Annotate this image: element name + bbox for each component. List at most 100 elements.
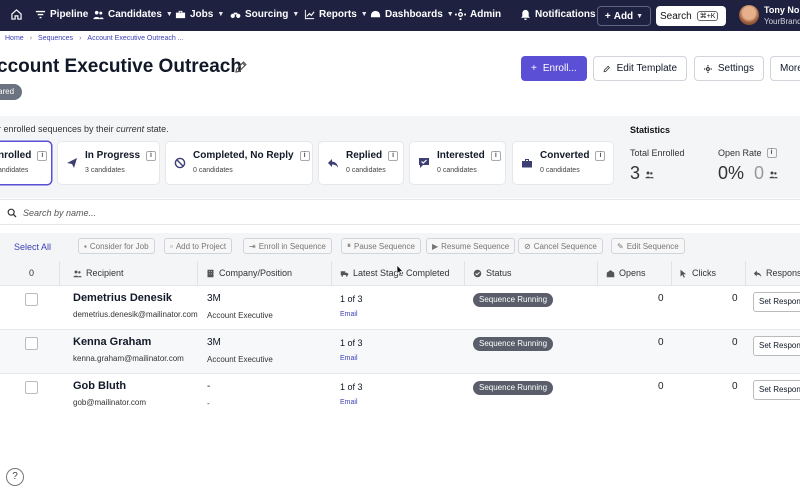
home-icon[interactable] (11, 9, 22, 20)
global-search-button[interactable]: Search ⌘+K (656, 6, 726, 26)
recipient-name[interactable]: Gob Bluth (73, 380, 126, 392)
info-icon[interactable]: i (37, 150, 48, 161)
set-response-button[interactable]: Set Response (753, 292, 800, 312)
state-card-in-progress[interactable]: In Progress i 3 candidates (58, 142, 159, 184)
column-clicks[interactable]: Clicks (679, 268, 716, 278)
plus-icon: + (604, 10, 611, 22)
add-button[interactable]: + Add ▼ (597, 6, 651, 26)
opens-count: 0 (658, 381, 664, 392)
set-response-button[interactable]: Set Response (753, 380, 800, 400)
column-response[interactable]: Response (753, 268, 800, 278)
add-button-label: Add (613, 10, 634, 22)
state-card-completed-no-reply[interactable]: Completed, No Reply i 0 candidates (166, 142, 312, 184)
stage-step-link[interactable]: Email (340, 355, 358, 362)
consider-for-job-button[interactable]: ▪ Consider for Job (78, 238, 155, 254)
users-icon (645, 171, 654, 179)
user-menu[interactable]: Tony Nob YourBrand (764, 5, 800, 27)
nav-admin[interactable]: Admin (455, 9, 501, 20)
nav-sourcing[interactable]: Sourcing ▼ (230, 9, 299, 20)
state-card-enrolled[interactable]: nrolled i andidates (0, 142, 51, 184)
avatar[interactable] (739, 5, 759, 25)
chevron-down-icon: ▼ (165, 11, 173, 18)
cancel-sequence-button[interactable]: ⊘ Cancel Sequence (518, 238, 603, 254)
add-to-project-button[interactable]: ▫ Add to Project (164, 238, 233, 254)
state-card-label: nrolled (0, 150, 32, 161)
edit-template-button[interactable]: Edit Template (593, 56, 687, 81)
pause-sequence-button[interactable]: ⏸ Pause Sequence (341, 238, 421, 254)
nav-candidates[interactable]: Candidates ▼ (93, 9, 173, 20)
enroll-in-sequence-button[interactable]: ⇥ Enroll in Sequence (243, 238, 332, 254)
nav-pipeline-label: Pipeline (50, 9, 89, 20)
breadcrumb-home[interactable]: Home (5, 35, 24, 42)
select-all-link[interactable]: Select All (14, 242, 51, 252)
state-card-converted[interactable]: Converted i 0 candidates (513, 142, 613, 184)
edit-sequence-label: Edit Sequence (626, 241, 679, 251)
state-card-label: Converted (540, 150, 590, 161)
chevron-down-icon: ▼ (217, 11, 225, 18)
info-icon[interactable]: i (388, 150, 399, 161)
table-row[interactable]: Demetrius Denesik demetrius.denesik@mail… (0, 286, 800, 330)
nav-reports[interactable]: Reports ▼ (304, 9, 368, 20)
column-divider (597, 261, 598, 286)
settings-button[interactable]: Settings (694, 56, 764, 81)
info-icon[interactable]: i (146, 150, 157, 161)
enroll-in-sequence-label: Enroll in Sequence (258, 241, 326, 251)
nav-jobs[interactable]: Jobs ▼ (175, 9, 224, 20)
nav-notifications[interactable]: Notifications (520, 9, 596, 20)
company-name: 3M (207, 337, 221, 348)
column-opens-label: Opens (619, 268, 646, 278)
table-row[interactable]: Kenna Graham kenna.graham@mailinator.com… (0, 330, 800, 374)
stage-step-link[interactable]: Email (340, 311, 358, 318)
row-checkbox[interactable] (25, 293, 38, 306)
info-icon[interactable]: i (490, 150, 501, 161)
nav-reports-label: Reports (319, 9, 357, 20)
column-status-label: Status (486, 268, 512, 278)
state-card-label: Completed, No Reply (193, 150, 294, 161)
row-checkbox[interactable] (25, 337, 38, 350)
resume-sequence-button[interactable]: ▶ Resume Sequence (426, 238, 516, 254)
table-row[interactable]: Gob Bluth gob@mailinator.com - - 1 of 3 … (0, 374, 800, 418)
nav-pipeline[interactable]: Pipeline (35, 9, 88, 20)
opens-count: 0 (658, 293, 664, 304)
breadcrumb-sequences[interactable]: Sequences (38, 35, 73, 42)
state-card-count: 0 candidates (437, 167, 477, 174)
info-icon[interactable]: i (299, 150, 310, 161)
clicks-count: 0 (732, 337, 738, 348)
help-button[interactable]: ? (6, 468, 24, 486)
column-recipient[interactable]: Recipient (73, 268, 124, 278)
column-opens[interactable]: Opens (606, 268, 646, 278)
more-button[interactable]: More (770, 56, 800, 81)
status-badge: Sequence Running (473, 337, 554, 351)
recipient-name[interactable]: Demetrius Denesik (73, 292, 172, 304)
state-card-label: Interested (437, 150, 485, 161)
column-status[interactable]: Status (473, 268, 512, 278)
selected-count: 0 (29, 268, 35, 278)
edit-sequence-button[interactable]: ✎ Edit Sequence (611, 238, 685, 254)
recipient-name[interactable]: Kenna Graham (73, 336, 151, 348)
search-input[interactable]: Search by name... (23, 208, 96, 218)
state-card-interested[interactable]: Interested i 0 candidates (410, 142, 505, 184)
column-latest-stage[interactable]: Latest Stage Completed (340, 268, 450, 278)
pencil-icon[interactable] (234, 60, 248, 74)
recipient-email: kenna.graham@mailinator.com (73, 354, 184, 363)
breadcrumb-current[interactable]: Account Executive Outreach ... (87, 35, 183, 42)
column-company-label: Company/Position (219, 268, 293, 278)
nav-notifications-label: Notifications (535, 9, 596, 20)
project-icon: ▫ (170, 241, 173, 251)
send-icon (67, 158, 77, 168)
info-icon[interactable]: i (595, 150, 606, 161)
enroll-button[interactable]: + Enroll... (521, 56, 587, 81)
nav-dashboards[interactable]: Dashboards ▼ (370, 9, 454, 20)
set-response-button[interactable]: Set Response (753, 336, 800, 356)
column-response-label: Response (766, 268, 800, 278)
status-badge: Sequence Running (473, 381, 554, 395)
stage-step-link[interactable]: Email (340, 399, 358, 406)
add-to-project-label: Add to Project (175, 241, 227, 251)
column-company[interactable]: Company/Position (206, 268, 292, 278)
info-icon[interactable]: i (766, 148, 777, 158)
company-name: - (207, 381, 211, 392)
state-card-replied[interactable]: Replied i 0 candidates (319, 142, 403, 184)
row-checkbox[interactable] (25, 381, 38, 394)
top-nav: Pipeline Candidates ▼ Jobs ▼ Sourcing ▼ Rep… (0, 0, 800, 31)
name-search-bar[interactable]: Search by name... (0, 199, 800, 225)
